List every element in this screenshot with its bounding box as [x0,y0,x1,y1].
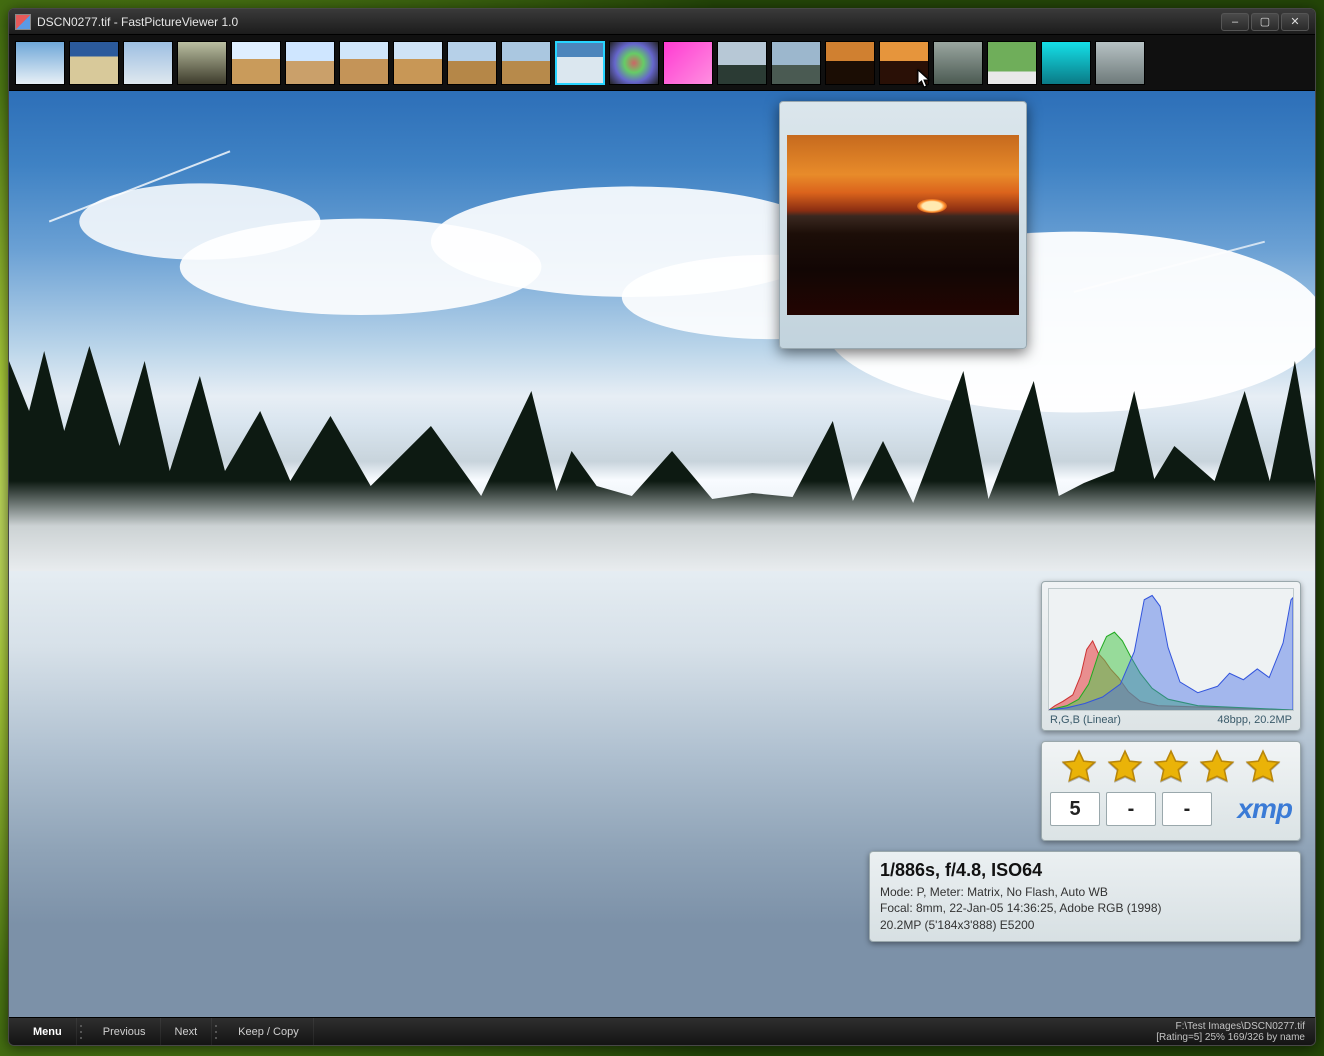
app-window: DSCN0277.tif - FastPictureViewer 1.0 – ▢… [8,8,1316,1046]
thumbnail[interactable] [663,41,713,85]
thumbnail[interactable] [501,41,551,85]
thumbnail[interactable] [285,41,335,85]
status-path: F:\Test Images\DSCN0277.tif [1156,1021,1305,1032]
window-title: DSCN0277.tif - FastPictureViewer 1.0 [37,15,1221,29]
histogram-panel[interactable]: R,G,B (Linear) 48bpp, 20.2MP [1041,581,1301,731]
star-icon[interactable] [1151,748,1191,786]
thumbnail[interactable] [1041,41,1091,85]
minimize-button[interactable]: – [1221,13,1249,31]
star-icon[interactable] [1059,748,1099,786]
thumbnail[interactable] [177,41,227,85]
thumbnail[interactable] [609,41,659,85]
stars-row [1050,748,1292,786]
rating-boxes: 5 - - xmp [1050,792,1292,826]
thumbnail[interactable] [69,41,119,85]
status-details: [Rating=5] 25% 169/326 by name [1156,1032,1305,1043]
keep-copy-button[interactable]: Keep / Copy [224,1018,314,1045]
rating-value-box[interactable]: 5 [1050,792,1100,826]
histogram-meta: 48bpp, 20.2MP [1217,714,1292,726]
exif-line: 20.2MP (5'184x3'888) E5200 [880,917,1290,933]
thumbnail[interactable] [447,41,497,85]
toolbar-grip-icon [214,1024,222,1040]
rating-extra-box[interactable]: - [1162,792,1212,826]
thumbnail[interactable] [987,41,1037,85]
desktop-background: DSCN0277.tif - FastPictureViewer 1.0 – ▢… [0,0,1324,1056]
thumbnail[interactable] [933,41,983,85]
main-image-treeline [9,321,1315,571]
bottom-toolbar: Menu Previous Next Keep / Copy F:\Test I… [9,1017,1315,1045]
thumbnail[interactable] [15,41,65,85]
thumbnail[interactable] [825,41,875,85]
rating-label-box[interactable]: - [1106,792,1156,826]
star-icon[interactable] [1243,748,1283,786]
rating-panel[interactable]: 5 - - xmp [1041,741,1301,841]
thumbnail[interactable] [879,41,929,85]
thumbnail[interactable] [393,41,443,85]
exif-panel: 1/886s, f/4.8, ISO64 Mode: P, Meter: Mat… [869,851,1301,942]
histogram-mode: R,G,B (Linear) [1050,714,1121,726]
preview-image [787,135,1019,315]
app-icon [15,14,31,30]
image-viewport[interactable]: R,G,B (Linear) 48bpp, 20.2MP 5 - - xm [9,91,1315,1017]
previous-button[interactable]: Previous [89,1018,161,1045]
maximize-button[interactable]: ▢ [1251,13,1279,31]
thumbnail[interactable] [123,41,173,85]
toolbar-grip-icon [79,1024,87,1040]
exif-line: Mode: P, Meter: Matrix, No Flash, Auto W… [880,884,1290,900]
star-icon[interactable] [1197,748,1237,786]
xmp-logo: xmp [1218,793,1292,825]
status-text: F:\Test Images\DSCN0277.tif [Rating=5] 2… [1156,1021,1305,1043]
next-button[interactable]: Next [161,1018,213,1045]
titlebar[interactable]: DSCN0277.tif - FastPictureViewer 1.0 – ▢… [9,9,1315,35]
thumbnail[interactable] [771,41,821,85]
thumbnail[interactable] [231,41,281,85]
thumbnail[interactable] [717,41,767,85]
thumbnail[interactable] [1095,41,1145,85]
thumbnail[interactable] [339,41,389,85]
histogram-plot [1048,588,1294,711]
histogram-legend: R,G,B (Linear) 48bpp, 20.2MP [1042,711,1300,730]
thumbnail-strip[interactable] [9,35,1315,91]
star-icon[interactable] [1105,748,1145,786]
window-controls: – ▢ ✕ [1221,13,1309,31]
menu-button[interactable]: Menu [19,1018,77,1045]
exif-line: Focal: 8mm, 22-Jan-05 14:36:25, Adobe RG… [880,900,1290,916]
close-button[interactable]: ✕ [1281,13,1309,31]
thumbnail-selected[interactable] [555,41,605,85]
thumbnail-preview-popup [779,101,1027,349]
exif-headline: 1/886s, f/4.8, ISO64 [880,858,1290,882]
